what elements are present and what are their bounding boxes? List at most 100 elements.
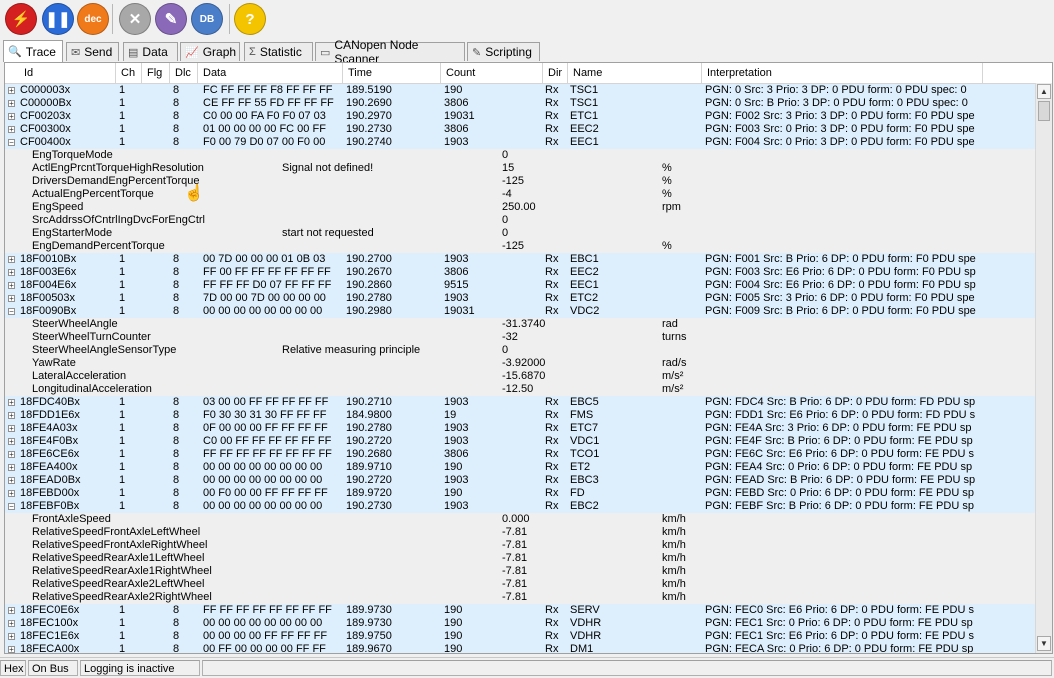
signal-row[interactable]: SteerWheelAngleSensorType Relative measur… (5, 344, 1035, 357)
signal-row[interactable]: DriversDemandEngPercentTorque -125% (5, 175, 1035, 188)
message-row[interactable]: − CF00400x 1 8 F0 00 79 D0 07 00 F0 00 190.27… (5, 136, 1035, 149)
signal-row[interactable]: LateralAcceleration -15.6870 m/s² (5, 370, 1035, 383)
column-header-id[interactable]: Id (5, 63, 116, 83)
column-header-count[interactable]: Count (441, 63, 543, 83)
signal-row[interactable]: RelativeSpeedFrontAxleRightWheel -7.81 km/… (5, 539, 1035, 552)
connect-button[interactable]: ⚡ (5, 3, 37, 35)
column-header-interpretation[interactable]: Interpretation (702, 63, 983, 83)
message-row[interactable]: −18F0090Bx 1 8 00 00 00 00 00 00 00 00 190.2… (5, 305, 1035, 318)
expand-toggle-icon[interactable]: + (8, 620, 15, 628)
database-button[interactable]: DB (191, 3, 223, 35)
signal-row[interactable]: RelativeSpeedFrontAxleLeftWheel -7.81 km/h (5, 526, 1035, 539)
expand-toggle-icon[interactable]: + (8, 438, 15, 446)
signal-row[interactable]: SteerWheelAngle -31.3740 rad (5, 318, 1035, 331)
tab-statistic[interactable]: Σ Statistic (244, 42, 313, 61)
expand-toggle-icon[interactable]: + (8, 87, 15, 95)
dec-button[interactable]: dec (77, 3, 109, 35)
signal-row[interactable]: RelativeSpeedRearAxle1LeftWheel -7.81 km/h (5, 552, 1035, 565)
column-header-name[interactable]: Name (568, 63, 702, 83)
signal-row[interactable]: LongitudinalAcceleration -12.50 m/s² (5, 383, 1035, 396)
message-row[interactable]: + C00000Bx 1 8 CE FF FF 55 FD FF FF FF 190.26… (5, 97, 1035, 110)
expand-toggle-icon[interactable]: + (8, 646, 15, 653)
cell-sdesc: Signal not defined! (282, 162, 374, 174)
message-row[interactable]: +18FECA00x 1 8 00 FF 00 00 00 00 FF FF 189.9… (5, 643, 1035, 653)
expand-toggle-icon[interactable]: + (8, 490, 15, 498)
signal-row[interactable]: RelativeSpeedRearAxle2LeftWheel -7.81 km/h (5, 578, 1035, 591)
message-row[interactable]: + CF00203x 1 8 C0 00 00 FA F0 F0 07 03 190.29… (5, 110, 1035, 123)
message-row[interactable]: +18FE4F0Bx 1 8 C0 00 FF FF FF FF FF FF 190.2… (5, 435, 1035, 448)
expand-toggle-icon[interactable]: + (8, 633, 15, 641)
expand-toggle-icon[interactable]: − (8, 503, 15, 511)
message-row[interactable]: +18FDD1E6x 1 8 F0 30 30 31 30 FF FF FF 184.9… (5, 409, 1035, 422)
expand-toggle-icon[interactable]: − (8, 139, 15, 147)
expand-toggle-icon[interactable]: + (8, 126, 15, 134)
vertical-scrollbar[interactable]: ▲ ▼ (1035, 83, 1052, 653)
tab-data[interactable]: ▤ Data (123, 42, 178, 61)
column-header-data[interactable]: Data (198, 63, 343, 83)
signal-row[interactable]: YawRate -3.92000 rad/s (5, 357, 1035, 370)
message-row[interactable]: +18FEBD00x 1 8 00 F0 00 00 FF FF FF FF 189.9… (5, 487, 1035, 500)
cell-name: VDC2 (570, 305, 600, 317)
signal-row[interactable]: RelativeSpeedRearAxle1RightWheel -7.81 km/… (5, 565, 1035, 578)
pause-button[interactable]: ❚❚ (42, 3, 74, 35)
cell-id: 18FDC40Bx (20, 396, 80, 408)
expand-toggle-icon[interactable]: + (8, 607, 15, 615)
signal-row[interactable]: SrcAddrssOfCntrlIngDvcForEngCtrl 0 (5, 214, 1035, 227)
message-row[interactable]: +18FDC40Bx 1 8 03 00 00 FF FF FF FF FF 190.2… (5, 396, 1035, 409)
column-header-flg[interactable]: Flg (142, 63, 170, 83)
signal-row[interactable]: EngSpeed 250.00 rpm (5, 201, 1035, 214)
expand-toggle-icon[interactable]: + (8, 295, 15, 303)
column-header-dir[interactable]: Dir (543, 63, 568, 83)
message-row[interactable]: +18F004E6x 1 8 FF FF FF D0 07 FF FF FF 190.2… (5, 279, 1035, 292)
signal-row[interactable]: ActualEngPercentTorque -4% (5, 188, 1035, 201)
message-row[interactable]: +18FEC1E6x 1 8 00 00 00 00 FF FF FF FF 189.9… (5, 630, 1035, 643)
tab-scripting[interactable]: ✎ Scripting (467, 42, 540, 61)
message-row[interactable]: + C000003x 1 8 FC FF FF FF F8 FF FF FF 189.51… (5, 84, 1035, 97)
scanner-icon: ▭ (320, 46, 331, 59)
expand-toggle-icon[interactable]: + (8, 256, 15, 264)
signal-row[interactable]: FrontAxleSpeed 0.000 km/h (5, 513, 1035, 526)
message-row[interactable]: −18FEBF0Bx 1 8 00 00 00 00 00 00 00 00 190.2… (5, 500, 1035, 513)
column-header-ch[interactable]: Ch (116, 63, 142, 83)
signal-row[interactable]: ActlEngPrcntTorqueHighResolution Signal n… (5, 162, 1035, 175)
help-button[interactable]: ? (234, 3, 266, 35)
scroll-thumb[interactable] (1038, 101, 1050, 121)
tab-trace[interactable]: 🔍 Trace (3, 40, 63, 62)
message-row[interactable]: +18FE6CE6x 1 8 FF FF FF FF FF FF FF FF 190.2… (5, 448, 1035, 461)
edit-button[interactable]: ✎ (155, 3, 187, 35)
scroll-down-icon[interactable]: ▼ (1037, 636, 1051, 651)
expand-toggle-icon[interactable]: + (8, 100, 15, 108)
tab-graph[interactable]: 📈 Graph (180, 42, 240, 61)
expand-toggle-icon[interactable]: + (8, 282, 15, 290)
signal-row[interactable]: EngDemandPercentTorque -125% (5, 240, 1035, 253)
column-header-dlc[interactable]: Dlc (170, 63, 198, 83)
tab-canopen-node-scanner[interactable]: ▭ CANopen Node Scanner (315, 38, 465, 66)
message-row[interactable]: +18FEC0E6x 1 8 FF FF FF FF FF FF FF FF 189.9… (5, 604, 1035, 617)
message-row[interactable]: +18FEAD0Bx 1 8 00 00 00 00 00 00 00 00 190.2… (5, 474, 1035, 487)
message-row[interactable]: +18FE4A03x 1 8 0F 00 00 00 FF FF FF FF 190.2… (5, 422, 1035, 435)
expand-toggle-icon[interactable]: + (8, 113, 15, 121)
signal-row[interactable]: RelativeSpeedRearAxle2RightWheel -7.81 km/… (5, 591, 1035, 604)
column-header-time[interactable]: Time (343, 63, 441, 83)
message-row[interactable]: +18F003E6x 1 8 FF 00 FF FF FF FF FF FF 190.2… (5, 266, 1035, 279)
message-row[interactable]: +18F0010Bx 1 8 00 7D 00 00 00 01 0B 03 190.2… (5, 253, 1035, 266)
expand-toggle-icon[interactable]: + (8, 464, 15, 472)
expand-toggle-icon[interactable]: + (8, 451, 15, 459)
message-row[interactable]: +18F00503x 1 8 7D 00 00 7D 00 00 00 00 190.2… (5, 292, 1035, 305)
scroll-up-icon[interactable]: ▲ (1037, 84, 1051, 99)
expand-toggle-icon[interactable]: + (8, 269, 15, 277)
message-row[interactable]: + CF00300x 1 8 01 00 00 00 00 FC 00 FF 190.27… (5, 123, 1035, 136)
message-row[interactable]: +18FEA400x 1 8 00 00 00 00 00 00 00 00 189.9… (5, 461, 1035, 474)
expand-toggle-icon[interactable]: + (8, 399, 15, 407)
expand-toggle-icon[interactable]: + (8, 425, 15, 433)
expand-toggle-icon[interactable]: + (8, 412, 15, 420)
signal-row[interactable]: SteerWheelTurnCounter -32 turns (5, 331, 1035, 344)
settings-button[interactable]: ✕ (119, 3, 151, 35)
cell-id: C000003x (20, 84, 71, 96)
expand-toggle-icon[interactable]: − (8, 308, 15, 316)
signal-row[interactable]: EngStarterMode start not requested 0 (5, 227, 1035, 240)
signal-row[interactable]: EngTorqueMode 0 (5, 149, 1035, 162)
expand-toggle-icon[interactable]: + (8, 477, 15, 485)
message-row[interactable]: +18FEC100x 1 8 00 00 00 00 00 00 00 00 189.9… (5, 617, 1035, 630)
tab-send[interactable]: ✉ Send (66, 42, 119, 61)
